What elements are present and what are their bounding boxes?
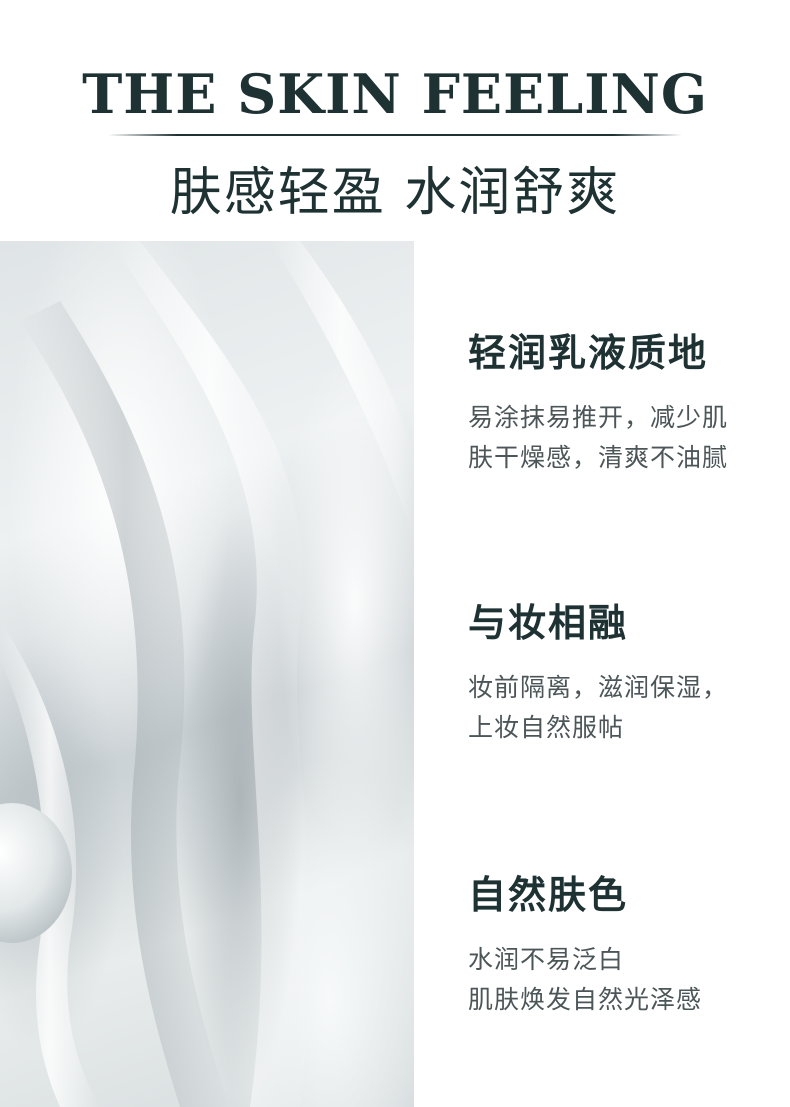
feature-title: 与妆相融 <box>468 601 629 645</box>
chinese-title: 肤感轻盈 水润舒爽 <box>169 163 621 223</box>
feature-description: 易涂抹易推开，减少肌 肤干燥感，清爽不油腻 <box>468 398 778 478</box>
feature-skin-tone: 自然肤色 水润不易泛白 肌肤焕发自然光泽感 <box>468 872 778 1020</box>
cream-swirl-graphic <box>0 241 414 1107</box>
feature-desc-line: 肤干燥感，清爽不油腻 <box>468 443 729 472</box>
title-divider <box>108 134 682 136</box>
feature-desc-line: 水润不易泛白 <box>468 945 625 974</box>
feature-makeup: 与妆相融 妆前隔离，滋润保湿， 上妆自然服帖 <box>468 600 778 748</box>
english-title: THE SKIN FEELING <box>82 62 708 126</box>
feature-description: 妆前隔离，滋润保湿， 上妆自然服帖 <box>468 668 778 748</box>
feature-title: 轻润乳液质地 <box>468 331 709 375</box>
feature-texture: 轻润乳液质地 易涂抹易推开，减少肌 肤干燥感，清爽不油腻 <box>468 330 778 478</box>
feature-desc-line: 易涂抹易推开，减少肌 <box>468 403 729 432</box>
page-header: THE SKIN FEELING 肤感轻盈 水润舒爽 <box>0 0 790 240</box>
feature-desc-line: 肌肤焕发自然光泽感 <box>468 985 703 1014</box>
feature-desc-line: 妆前隔离，滋润保湿， <box>468 673 729 702</box>
feature-description: 水润不易泛白 肌肤焕发自然光泽感 <box>468 940 778 1020</box>
cream-texture-image <box>0 241 414 1107</box>
feature-desc-line: 上妆自然服帖 <box>468 713 625 742</box>
feature-title: 自然肤色 <box>468 873 629 917</box>
